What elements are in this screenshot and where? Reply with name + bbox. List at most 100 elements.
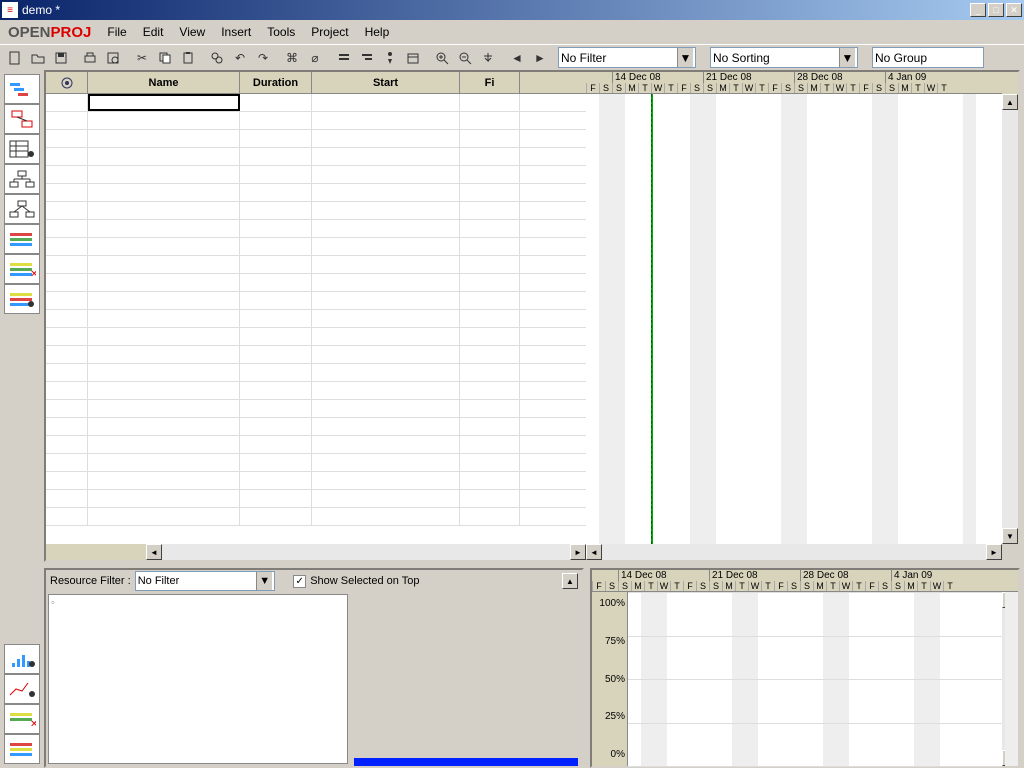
gantt-hscroll[interactable]: ◄ ► xyxy=(586,544,1002,560)
table-row[interactable] xyxy=(46,238,586,256)
table-row[interactable] xyxy=(46,292,586,310)
link-button[interactable]: ⌘ xyxy=(281,47,303,69)
view-button-b2[interactable]: ✕ xyxy=(4,704,40,734)
next-button[interactable]: ► xyxy=(529,47,551,69)
view-button-6[interactable]: ✕ xyxy=(4,254,40,284)
calendar-button[interactable] xyxy=(402,47,424,69)
table-row[interactable] xyxy=(46,166,586,184)
minimize-button[interactable]: _ xyxy=(970,3,986,17)
table-row[interactable] xyxy=(46,436,586,454)
show-selected-label: Show Selected on Top xyxy=(310,575,419,587)
scroll-right-icon[interactable]: ► xyxy=(570,544,586,560)
table-row[interactable] xyxy=(46,148,586,166)
resource-filter-combo[interactable]: No Filter ▼ xyxy=(135,571,276,591)
view-button-b1[interactable] xyxy=(4,674,40,704)
sorting-combo[interactable]: No Sorting ▼ xyxy=(710,47,858,68)
scroll-left-icon[interactable]: ◄ xyxy=(586,544,602,560)
lower-pane: Resource Filter : No Filter ▼ ✓ Show Sel… xyxy=(44,568,1020,768)
group-combo[interactable]: No Group xyxy=(872,47,984,68)
maximize-button[interactable]: □ xyxy=(988,3,1004,17)
menu-item-edit[interactable]: Edit xyxy=(135,23,172,41)
menu-item-view[interactable]: View xyxy=(171,23,213,41)
outdent-button[interactable] xyxy=(356,47,378,69)
table-row[interactable] xyxy=(46,418,586,436)
view-button-2[interactable] xyxy=(4,134,40,164)
scroll-up-icon[interactable]: ▲ xyxy=(562,573,578,589)
table-row[interactable] xyxy=(46,454,586,472)
gantt-chart: 14 Dec 0821 Dec 0828 Dec 084 Jan 09 FSSM… xyxy=(586,72,1002,560)
undo-button[interactable]: ↶ xyxy=(229,47,251,69)
view-button-5[interactable] xyxy=(4,224,40,254)
gantt-vscroll[interactable]: ▲ ▼ xyxy=(1002,72,1018,560)
grid-hscroll[interactable]: ◄ ► xyxy=(46,544,586,560)
save-button[interactable] xyxy=(50,47,72,69)
copy-button[interactable] xyxy=(154,47,176,69)
paste-button[interactable] xyxy=(177,47,199,69)
zoom-out-button[interactable] xyxy=(454,47,476,69)
filter-combo[interactable]: No Filter ▼ xyxy=(558,47,696,68)
menu-item-help[interactable]: Help xyxy=(357,23,398,41)
table-row[interactable] xyxy=(46,364,586,382)
view-button-b0[interactable] xyxy=(4,644,40,674)
scroll-down-icon[interactable]: ▼ xyxy=(1002,528,1018,544)
menu-item-tools[interactable]: Tools xyxy=(259,23,303,41)
cut-button[interactable]: ✂ xyxy=(131,47,153,69)
redo-button[interactable]: ↷ xyxy=(252,47,274,69)
hist-chart[interactable] xyxy=(628,592,1002,766)
dropdown-arrow-icon[interactable]: ▼ xyxy=(677,48,693,67)
view-button-3[interactable] xyxy=(4,164,40,194)
group-value: No Group xyxy=(875,51,981,65)
table-row[interactable] xyxy=(46,94,586,112)
table-row[interactable] xyxy=(46,310,586,328)
table-row[interactable] xyxy=(46,328,586,346)
menu-item-project[interactable]: Project xyxy=(303,23,356,41)
information-button[interactable] xyxy=(379,47,401,69)
table-row[interactable] xyxy=(46,382,586,400)
table-row[interactable] xyxy=(46,112,586,130)
view-button-1[interactable] xyxy=(4,104,40,134)
view-button-0[interactable] xyxy=(4,74,40,104)
column-header-name[interactable]: Name xyxy=(88,72,240,93)
table-row[interactable] xyxy=(46,202,586,220)
table-row[interactable] xyxy=(46,130,586,148)
table-row[interactable] xyxy=(46,184,586,202)
show-selected-checkbox[interactable]: ✓ xyxy=(293,575,306,588)
gantt-body[interactable] xyxy=(586,94,1002,544)
new-button[interactable] xyxy=(4,47,26,69)
scroll-up-icon[interactable]: ▲ xyxy=(1002,94,1018,110)
table-row[interactable] xyxy=(46,400,586,418)
table-row[interactable] xyxy=(46,472,586,490)
scroll-right-icon[interactable]: ► xyxy=(986,544,1002,560)
indent-button[interactable] xyxy=(333,47,355,69)
week-header: 21 Dec 08 xyxy=(703,72,794,83)
dropdown-arrow-icon[interactable]: ▼ xyxy=(256,572,272,590)
prev-button[interactable]: ◄ xyxy=(506,47,528,69)
menu-item-insert[interactable]: Insert xyxy=(213,23,259,41)
menu-item-file[interactable]: File xyxy=(99,23,134,41)
print-button[interactable] xyxy=(79,47,101,69)
column-header-start[interactable]: Start xyxy=(312,72,460,93)
table-row[interactable] xyxy=(46,346,586,364)
column-header-indicator[interactable] xyxy=(46,72,88,93)
table-row[interactable] xyxy=(46,220,586,238)
print-preview-button[interactable] xyxy=(102,47,124,69)
scroll-left-icon[interactable]: ◄ xyxy=(146,544,162,560)
table-row[interactable] xyxy=(46,256,586,274)
unlink-button[interactable]: ⌀ xyxy=(304,47,326,69)
column-header-fi[interactable]: Fi xyxy=(460,72,520,93)
table-row[interactable] xyxy=(46,508,586,526)
close-button[interactable]: ✕ xyxy=(1006,3,1022,17)
column-header-duration[interactable]: Duration xyxy=(240,72,312,93)
resource-list[interactable]: ◦ xyxy=(48,594,348,764)
scroll-to-task-button[interactable] xyxy=(477,47,499,69)
find-button[interactable] xyxy=(206,47,228,69)
table-row[interactable] xyxy=(46,274,586,292)
view-button-4[interactable] xyxy=(4,194,40,224)
grid-body[interactable] xyxy=(46,94,586,544)
table-row[interactable] xyxy=(46,490,586,508)
open-button[interactable] xyxy=(27,47,49,69)
dropdown-arrow-icon[interactable]: ▼ xyxy=(839,48,855,67)
view-button-7[interactable] xyxy=(4,284,40,314)
view-button-b3[interactable] xyxy=(4,734,40,764)
zoom-in-button[interactable] xyxy=(431,47,453,69)
